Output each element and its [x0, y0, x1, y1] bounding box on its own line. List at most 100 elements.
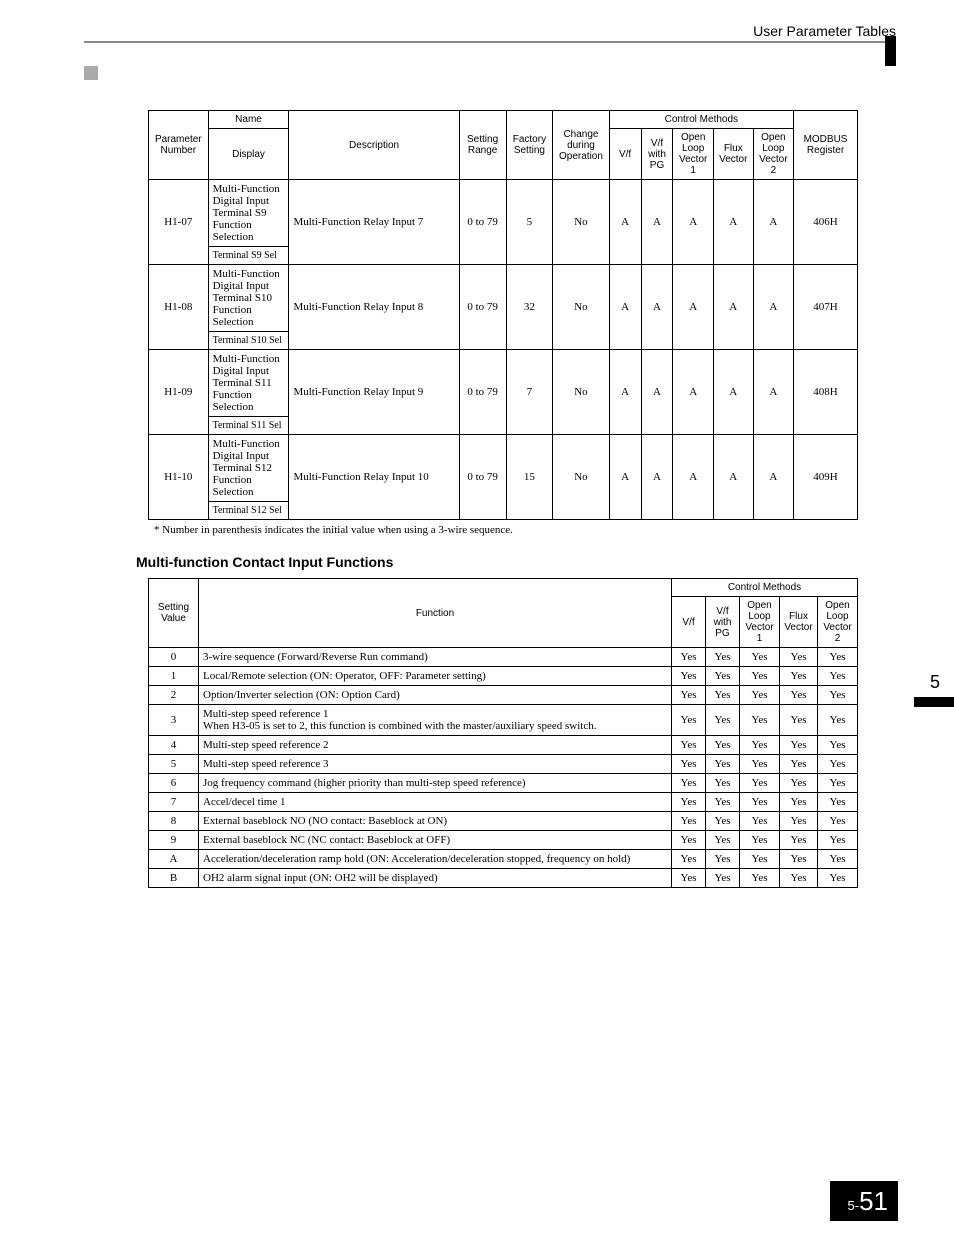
- cell-func: Option/Inverter selection (ON: Option Ca…: [199, 686, 672, 705]
- cell-factory: 7: [506, 350, 553, 435]
- cell-modbus: 407H: [794, 265, 858, 350]
- th-range: Setting Range: [459, 111, 506, 180]
- cell-olv2: Yes: [818, 705, 858, 736]
- th-flux: Flux Vector: [713, 129, 753, 180]
- cell-olv2: Yes: [818, 648, 858, 667]
- cell-modbus: 409H: [794, 435, 858, 520]
- cell-range: 0 to 79: [459, 435, 506, 520]
- cell-vf: Yes: [672, 831, 706, 850]
- cell-vf: Yes: [672, 736, 706, 755]
- cell-vf: Yes: [672, 755, 706, 774]
- th-vf: V/f: [609, 129, 641, 180]
- cell-func: Acceleration/deceleration ramp hold (ON:…: [199, 850, 672, 869]
- cell-func: Accel/decel time 1: [199, 793, 672, 812]
- cell-name: Multi-Function Digital Input Terminal S1…: [208, 265, 289, 332]
- cell-olv2: Yes: [818, 755, 858, 774]
- table-row: 03-wire sequence (Forward/Reverse Run co…: [149, 648, 858, 667]
- cell-olv1: A: [673, 435, 713, 520]
- cell-change: No: [553, 435, 609, 520]
- cell-flux: Yes: [780, 850, 818, 869]
- cell-param: H1-09: [149, 350, 209, 435]
- cell-name: Multi-Function Digital Input Terminal S1…: [208, 350, 289, 417]
- cell-vf: Yes: [672, 793, 706, 812]
- cell-flux: A: [713, 435, 753, 520]
- cell-olv1: Yes: [740, 831, 780, 850]
- cell-modbus: 408H: [794, 350, 858, 435]
- th-param: Parameter Number: [149, 111, 209, 180]
- th-name: Name: [208, 111, 289, 129]
- th-vfpg2: V/f with PG: [706, 597, 740, 648]
- cell-vfpg: Yes: [706, 736, 740, 755]
- cell-olv1: Yes: [740, 705, 780, 736]
- th-ctrl: Control Methods: [609, 111, 793, 129]
- cell-vfpg: A: [641, 435, 673, 520]
- cell-olv2: Yes: [818, 831, 858, 850]
- cell-val: 4: [149, 736, 199, 755]
- th-olv2: Open Loop Vector 2: [753, 129, 793, 180]
- cell-vfpg: A: [641, 350, 673, 435]
- cell-olv1: Yes: [740, 667, 780, 686]
- cell-param: H1-10: [149, 435, 209, 520]
- cell-olv2: A: [753, 180, 793, 265]
- cell-display: Terminal S9 Sel: [208, 247, 289, 265]
- section-title: Multi-function Contact Input Functions: [136, 554, 858, 570]
- cell-func: 3-wire sequence (Forward/Reverse Run com…: [199, 648, 672, 667]
- page-num: 51: [859, 1186, 888, 1216]
- th-modbus: MODBUS Register: [794, 111, 858, 180]
- cell-flux: A: [713, 350, 753, 435]
- th-desc: Description: [289, 111, 459, 180]
- cell-vf: Yes: [672, 774, 706, 793]
- cell-flux: A: [713, 180, 753, 265]
- cell-flux: Yes: [780, 705, 818, 736]
- cell-desc: Multi-Function Relay Input 7: [289, 180, 459, 265]
- cell-olv1: Yes: [740, 648, 780, 667]
- cell-desc: Multi-Function Relay Input 9: [289, 350, 459, 435]
- cell-val: B: [149, 869, 199, 888]
- cell-vf: A: [609, 350, 641, 435]
- th-olv12: Open Loop Vector 1: [740, 597, 780, 648]
- cell-olv2: Yes: [818, 686, 858, 705]
- th-ctrl2: Control Methods: [672, 579, 858, 597]
- page-prefix: 5-: [848, 1198, 860, 1213]
- table-row: H1-08Multi-Function Digital Input Termin…: [149, 265, 858, 332]
- cell-vfpg: Yes: [706, 686, 740, 705]
- table-row: 8External baseblock NO (NO contact: Base…: [149, 812, 858, 831]
- cell-range: 0 to 79: [459, 265, 506, 350]
- cell-val: 3: [149, 705, 199, 736]
- cell-param: H1-08: [149, 265, 209, 350]
- cell-val: 7: [149, 793, 199, 812]
- cell-vfpg: Yes: [706, 831, 740, 850]
- table-row: 6Jog frequency command (higher priority …: [149, 774, 858, 793]
- cell-val: 8: [149, 812, 199, 831]
- cell-olv1: Yes: [740, 736, 780, 755]
- table-row: BOH2 alarm signal input (ON: OH2 will be…: [149, 869, 858, 888]
- side-chapter-number: 5: [930, 672, 940, 693]
- cell-modbus: 406H: [794, 180, 858, 265]
- cell-olv1: Yes: [740, 850, 780, 869]
- cell-func: Local/Remote selection (ON: Operator, OF…: [199, 667, 672, 686]
- th-factory: Factory Setting: [506, 111, 553, 180]
- cell-val: 6: [149, 774, 199, 793]
- header-rule: [84, 41, 896, 43]
- parameter-table: Parameter Number Name Description Settin…: [148, 110, 858, 520]
- cell-vfpg: Yes: [706, 774, 740, 793]
- cell-factory: 5: [506, 180, 553, 265]
- cell-func: External baseblock NO (NO contact: Baseb…: [199, 812, 672, 831]
- table-row: AAcceleration/deceleration ramp hold (ON…: [149, 850, 858, 869]
- cell-range: 0 to 79: [459, 350, 506, 435]
- cell-val: 9: [149, 831, 199, 850]
- cell-vfpg: Yes: [706, 812, 740, 831]
- header-block: [84, 66, 98, 80]
- cell-olv2: Yes: [818, 736, 858, 755]
- cell-vf: A: [609, 435, 641, 520]
- cell-olv2: A: [753, 265, 793, 350]
- cell-flux: Yes: [780, 755, 818, 774]
- cell-vf: A: [609, 180, 641, 265]
- cell-vfpg: Yes: [706, 705, 740, 736]
- cell-val: 5: [149, 755, 199, 774]
- cell-name: Multi-Function Digital Input Terminal S9…: [208, 180, 289, 247]
- th-change: Change during Operation: [553, 111, 609, 180]
- table-row: H1-10Multi-Function Digital Input Termin…: [149, 435, 858, 502]
- cell-func: Multi-step speed reference 1 When H3-05 …: [199, 705, 672, 736]
- table-row: 3Multi-step speed reference 1 When H3-05…: [149, 705, 858, 736]
